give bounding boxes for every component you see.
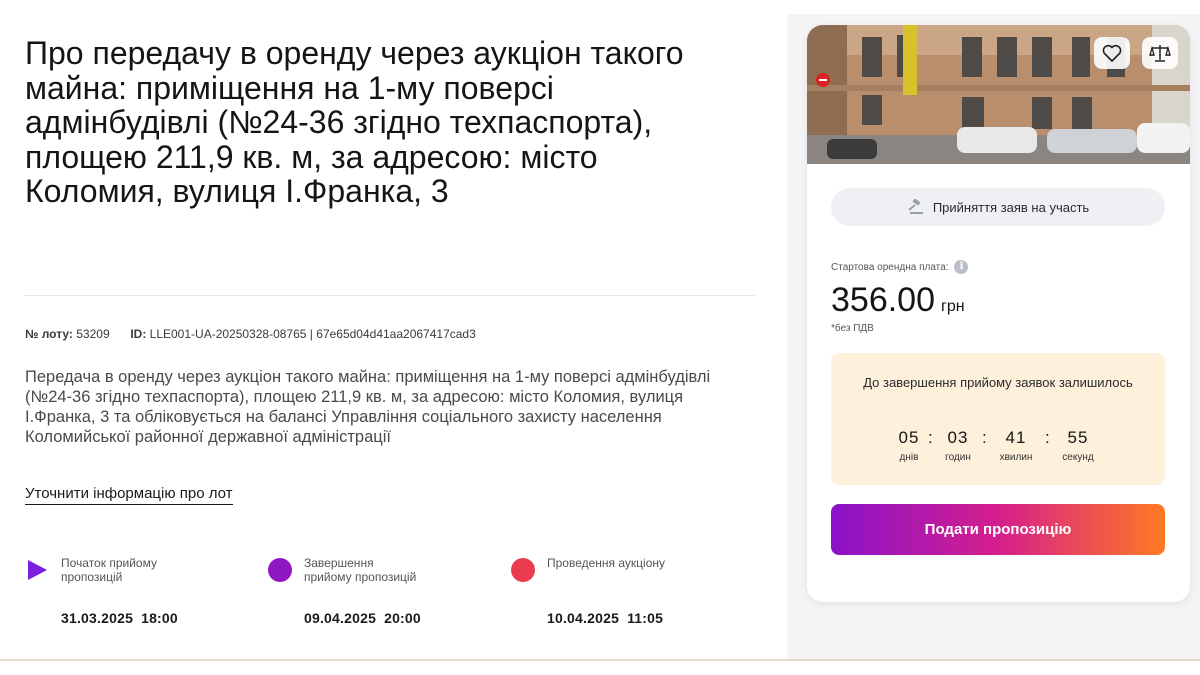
lot-details: Про передачу в оренду через аукціон тако… xyxy=(25,0,755,660)
submit-offer-button[interactable]: Подати пропозицію xyxy=(831,504,1165,555)
timeline-time: 11:05 xyxy=(627,610,664,626)
countdown-separator: : xyxy=(982,428,987,447)
lot-id: LLE001-UA-20250328-08765 xyxy=(149,327,307,341)
timeline-date: 31.03.2025 xyxy=(61,610,134,626)
lot-number-label: № лоту: xyxy=(25,327,73,341)
heart-icon xyxy=(1102,44,1122,62)
countdown-hours: 03 xyxy=(947,428,969,447)
circle-icon xyxy=(268,558,292,582)
circle-icon xyxy=(511,558,535,582)
price-value: 356.00 xyxy=(831,281,935,319)
timeline-label: Завершення прийому пропозицій xyxy=(304,556,417,584)
timeline-item-start: Початок прийому пропозицій 31.03.2025 18:… xyxy=(25,556,245,636)
timeline-date: 09.04.2025 xyxy=(304,610,377,626)
auction-timeline: Початок прийому пропозицій 31.03.2025 18:… xyxy=(25,556,755,636)
compare-button[interactable] xyxy=(1142,37,1178,69)
timeline-item-auction: Проведення аукціону 10.04.2025 11:05 xyxy=(511,556,731,636)
auction-status-text: Прийняття заяв на участь xyxy=(932,199,1090,215)
countdown-title: До завершення прийому заявок залишилось xyxy=(863,375,1133,390)
page-bottom-border xyxy=(0,659,1200,661)
lot-description: Передача в оренду через аукціон такого м… xyxy=(25,368,711,446)
lot-meta: № лоту: 53209 ID: LLE001-UA-20250328-087… xyxy=(25,327,476,341)
vat-note: *без ПДВ xyxy=(831,323,874,334)
lot-info-link[interactable]: Уточнити інформацію про лот xyxy=(25,485,233,505)
timeline-time: 18:00 xyxy=(141,610,178,626)
countdown-seconds-label: секунд xyxy=(1062,452,1094,463)
lot-card: Прийняття заяв на участь Стартова орендн… xyxy=(807,25,1190,602)
lot-photo[interactable] xyxy=(807,25,1190,164)
timeline-datetime: 09.04.2025 20:00 xyxy=(304,610,421,626)
timeline-item-end: Завершення прийому пропозицій 09.04.2025… xyxy=(268,556,488,636)
auction-status-pill: Прийняття заяв на участь xyxy=(831,188,1165,226)
lot-id-label: ID: xyxy=(130,327,147,341)
price-label-text: Стартова орендна плата: xyxy=(831,261,949,273)
countdown-days: 05 xyxy=(898,428,920,447)
info-icon[interactable]: i xyxy=(954,260,969,274)
timeline-label: Початок прийому пропозицій xyxy=(61,556,157,584)
scales-icon xyxy=(1149,45,1171,62)
building-photo xyxy=(807,25,1190,164)
price-currency: грн xyxy=(941,298,965,315)
countdown-minutes: 41 xyxy=(1005,428,1027,447)
timeline-datetime: 31.03.2025 18:00 xyxy=(61,610,178,626)
timeline-time: 20:00 xyxy=(384,610,421,626)
lot-hash: 67e65d04d41aa2067417cad3 xyxy=(316,327,476,341)
lot-title: Про передачу в оренду через аукціон тако… xyxy=(25,35,684,209)
timeline-datetime: 10.04.2025 11:05 xyxy=(547,610,663,626)
timeline-date: 10.04.2025 xyxy=(547,610,620,626)
divider xyxy=(25,295,755,296)
lot-number: 53209 xyxy=(76,327,110,341)
play-icon xyxy=(28,560,47,580)
timeline-label: Проведення аукціону xyxy=(547,556,666,570)
meta-separator: | xyxy=(309,327,313,341)
favorite-button[interactable] xyxy=(1094,37,1130,69)
countdown-separator: : xyxy=(928,428,933,447)
countdown-seconds: 55 xyxy=(1067,428,1089,447)
countdown-minutes-label: хвилин xyxy=(999,452,1033,463)
countdown-separator: : xyxy=(1045,428,1050,447)
gavel-icon xyxy=(908,199,923,214)
countdown-hours-label: годин xyxy=(945,452,971,463)
price-label: Стартова орендна плата: i xyxy=(831,260,969,274)
starting-price: 356.00 грн xyxy=(831,281,965,320)
countdown-timer: 05 : 03 : 41 : 55 днів годин хвилин секу… xyxy=(831,428,1165,468)
countdown-box: До завершення прийому заявок залишилось … xyxy=(831,353,1165,485)
